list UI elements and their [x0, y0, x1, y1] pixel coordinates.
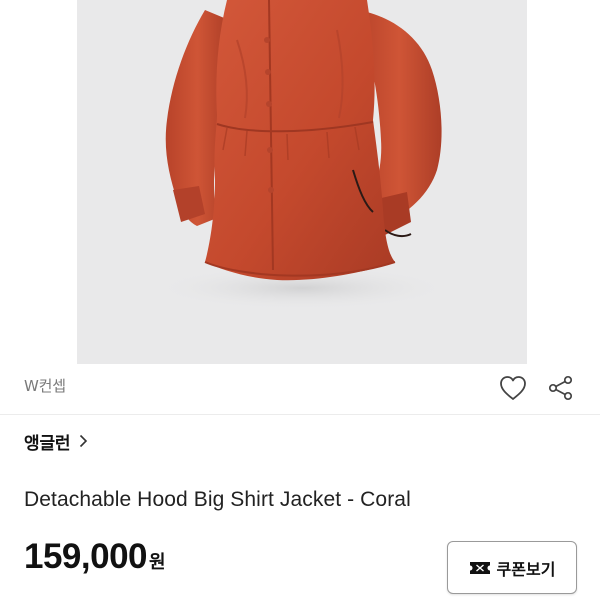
product-title: Detachable Hood Big Shirt Jacket - Coral [24, 488, 411, 511]
price-currency: 원 [149, 552, 166, 573]
jacket-illustration [152, 0, 452, 310]
chevron-right-icon [79, 434, 88, 448]
product-image[interactable] [77, 0, 527, 364]
coupon-button-label: 쿠폰보기 [496, 559, 556, 579]
store-row: W컨셉 [0, 364, 600, 414]
section-divider [0, 414, 600, 415]
price-amount: 159,000 [24, 537, 148, 576]
coupon-icon [469, 560, 491, 576]
coupon-button[interactable]: 쿠폰보기 [447, 541, 577, 594]
brand-name: 앵글런 [24, 433, 71, 454]
product-image-area [0, 0, 600, 364]
heart-icon [500, 376, 526, 400]
price: 159,000 원 [24, 537, 166, 577]
wishlist-button[interactable] [497, 372, 529, 404]
share-button[interactable] [545, 372, 577, 404]
brand-link[interactable]: 앵글런 [24, 426, 88, 456]
store-name[interactable]: W컨셉 [24, 375, 66, 396]
share-icon [548, 375, 573, 401]
